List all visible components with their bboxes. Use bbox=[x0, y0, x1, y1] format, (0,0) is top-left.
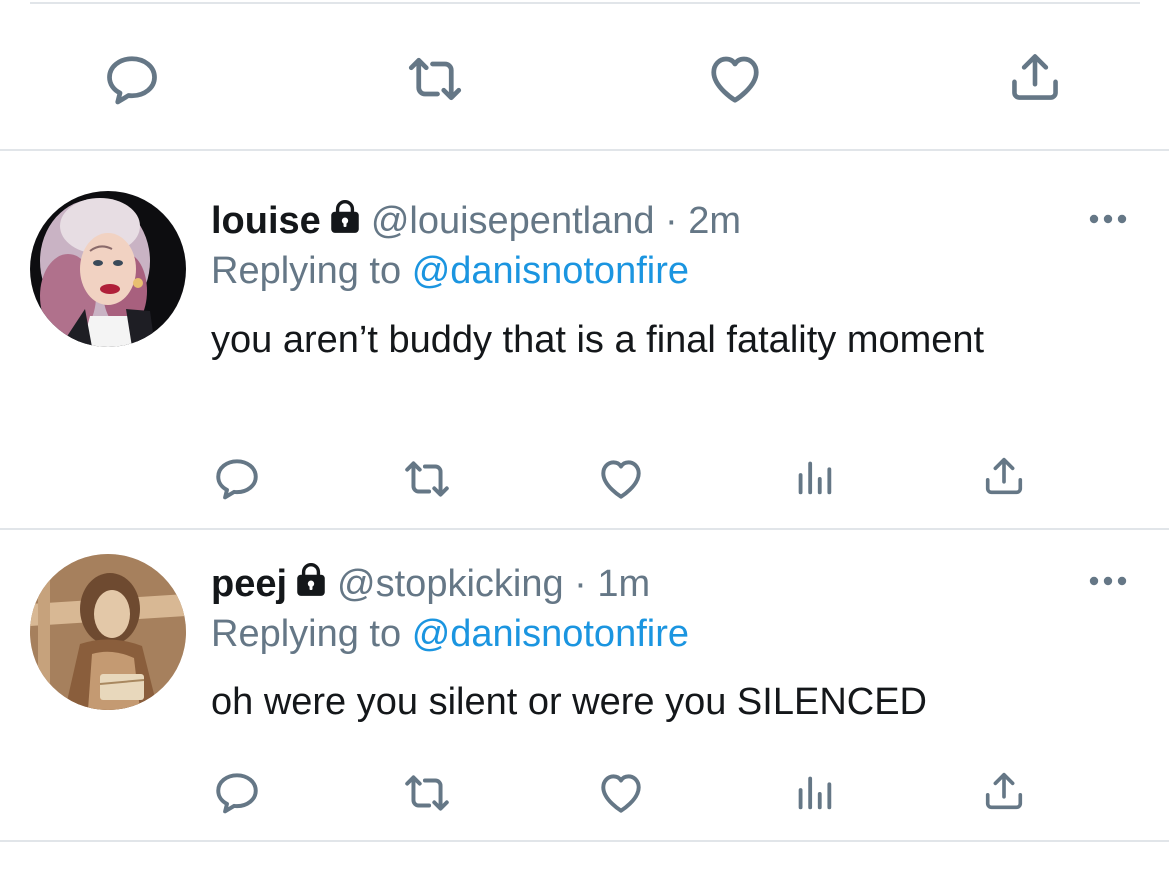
analytics-icon[interactable] bbox=[791, 453, 837, 501]
tweet[interactable]: peej @stopkicking · 1m Replying to @danis… bbox=[0, 530, 1169, 840]
like-icon[interactable] bbox=[596, 768, 646, 818]
separator: · bbox=[665, 200, 678, 242]
tweet-actions bbox=[0, 768, 1169, 828]
replying-prefix: Replying to bbox=[211, 613, 402, 655]
reply-icon[interactable] bbox=[212, 768, 262, 818]
retweet-icon[interactable] bbox=[396, 768, 458, 818]
avatar[interactable] bbox=[30, 554, 186, 710]
timestamp[interactable]: 1m bbox=[597, 563, 650, 605]
replying-to: Replying to @danisnotonfire bbox=[211, 610, 689, 658]
tweet-header: louise @louisepentland · 2m bbox=[211, 197, 741, 247]
tweet-text: oh were you silent or were you SILENCED bbox=[211, 681, 927, 723]
divider bbox=[0, 840, 1169, 842]
like-icon[interactable] bbox=[705, 49, 765, 109]
timestamp[interactable]: 2m bbox=[688, 200, 741, 242]
share-icon[interactable] bbox=[981, 453, 1027, 499]
top-action-bar bbox=[0, 0, 1169, 150]
share-icon[interactable] bbox=[981, 768, 1027, 814]
lock-icon bbox=[329, 199, 361, 247]
lock-icon bbox=[295, 562, 327, 610]
handle[interactable]: @stopkicking bbox=[337, 563, 564, 605]
more-options-icon[interactable] bbox=[1088, 213, 1128, 225]
more-options-icon[interactable] bbox=[1088, 575, 1128, 587]
tweet-header: peej @stopkicking · 1m bbox=[211, 560, 650, 610]
reply-icon[interactable] bbox=[102, 50, 162, 110]
analytics-icon[interactable] bbox=[791, 768, 837, 816]
retweet-icon[interactable] bbox=[396, 454, 458, 504]
share-icon[interactable] bbox=[1006, 48, 1064, 106]
avatar[interactable] bbox=[30, 191, 186, 347]
mention-link[interactable]: @danisnotonfire bbox=[412, 250, 689, 292]
display-name[interactable]: louise bbox=[211, 200, 321, 242]
replying-to: Replying to @danisnotonfire bbox=[211, 247, 689, 295]
tweet-text: you aren’t buddy that is a final fatalit… bbox=[211, 319, 985, 361]
handle[interactable]: @louisepentland bbox=[371, 200, 655, 242]
like-icon[interactable] bbox=[596, 454, 646, 504]
retweet-icon[interactable] bbox=[399, 49, 471, 109]
display-name[interactable]: peej bbox=[211, 563, 287, 605]
tweet-actions bbox=[0, 451, 1169, 511]
reply-icon[interactable] bbox=[212, 454, 262, 504]
replying-prefix: Replying to bbox=[211, 250, 402, 292]
mention-link[interactable]: @danisnotonfire bbox=[412, 613, 689, 655]
tweet[interactable]: louise @louisepentland · 2m Replying to @… bbox=[0, 151, 1169, 528]
separator: · bbox=[574, 563, 587, 605]
